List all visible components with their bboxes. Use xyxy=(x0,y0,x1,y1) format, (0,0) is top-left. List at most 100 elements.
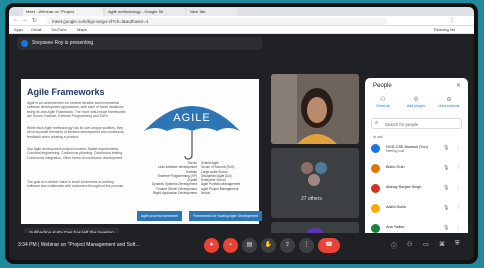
participant-name: Aakhi Dutta xyxy=(386,205,436,209)
participant-row[interactable]: Bishu Guin 🎙 ⋮ xyxy=(371,163,462,175)
menu-icon[interactable]: ⋮ xyxy=(449,17,455,24)
close-icon[interactable]: ✕ xyxy=(456,82,461,89)
forward-icon[interactable]: → xyxy=(22,17,28,23)
present-button[interactable]: ⇪ xyxy=(280,238,295,253)
meet-controls-bar: 3:34 PM | Webinar on "Project Management… xyxy=(9,233,474,260)
in-call-label: In call xyxy=(373,135,383,139)
participant-role: Meeting host xyxy=(386,149,405,154)
chat-icon[interactable]: ▭ xyxy=(423,241,429,248)
address-bar: ← → ↻ meet.google.com/hgc-wcgo-xf?ch=l&a… xyxy=(9,16,474,26)
captions-button[interactable]: ▤ xyxy=(242,238,257,253)
people-search-input[interactable]: ⌕ Search for people xyxy=(371,118,462,129)
add-people-button[interactable]: ⚲ Add people xyxy=(402,96,430,108)
slide-paragraph: Any Agile development project involves: … xyxy=(27,147,124,160)
bookmark-gmail[interactable]: Gmail xyxy=(31,27,41,32)
screen: Meet - Webinar on "Project Agile methodo… xyxy=(9,7,474,260)
shared-slide: Agile Frameworks Agile is an umbrella te… xyxy=(21,79,262,224)
reading-list[interactable]: Reading list xyxy=(434,27,455,32)
umbrella-illustration: AGILE xyxy=(144,106,240,160)
mic-off-icon[interactable]: 🎙 xyxy=(443,145,449,151)
bookmark-apps[interactable]: Apps xyxy=(14,27,23,32)
slide-paragraph: Agile is an umbrella term for several it… xyxy=(27,101,126,119)
show-all-button[interactable]: ⚇ Show all xyxy=(369,96,397,108)
more-icon[interactable]: ⋮ xyxy=(456,165,461,171)
participant-name: HOD-CSE Asansol (You) Meeting host xyxy=(386,145,436,153)
device-frame: Meet - Webinar on "Project Agile methodo… xyxy=(5,3,478,264)
hand-icon: ✋ xyxy=(264,242,273,248)
avatar xyxy=(371,164,380,173)
framework-item: Rapid Application Development xyxy=(152,191,197,196)
captions-icon: ▤ xyxy=(246,242,253,248)
present-icon xyxy=(21,40,28,47)
mic-off-icon[interactable]: 🎙 xyxy=(443,185,449,191)
slide-label-scaling: Frameworks for Scaling Agile Development xyxy=(189,211,262,221)
more-icon[interactable]: ⋮ xyxy=(456,185,461,191)
host-controls-icon[interactable]: ⛨ xyxy=(455,241,460,248)
participant-name-text: Bishu Guin xyxy=(386,165,405,169)
people-icon[interactable]: ⚇ xyxy=(407,241,412,248)
avatar xyxy=(301,162,313,174)
participant-row[interactable]: Aakhi Dutta 🎙 ⋮ xyxy=(371,203,462,215)
participant-name-text: Ana Yadav xyxy=(386,225,405,229)
lock-icon: ⊝ xyxy=(446,97,452,103)
avatar xyxy=(308,174,320,186)
host-controls-button[interactable]: ⊝ Host controls xyxy=(435,96,463,108)
mic-off-icon[interactable]: 🎙 xyxy=(443,225,449,231)
people-icon: ⚇ xyxy=(380,97,386,103)
raise-hand-button[interactable]: ✋ xyxy=(261,238,276,253)
reload-icon[interactable]: ↻ xyxy=(32,17,37,24)
camera-off-button[interactable]: ▪ xyxy=(223,238,238,253)
show-all-label: Show all xyxy=(376,104,390,108)
present-icon: ⇪ xyxy=(284,242,291,248)
speaker-video xyxy=(271,74,359,144)
browser-tabbar: Meet - Webinar on "Project Agile methodo… xyxy=(9,7,474,16)
end-call-button[interactable]: ☎ xyxy=(318,238,340,253)
url-field[interactable]: meet.google.com/hgc-wcgo-xf?ch=l&authuse… xyxy=(47,18,387,25)
browser-tab-search[interactable]: Agile methodology - Google Se xyxy=(105,8,185,16)
bookmarks-bar: Apps Gmail YouTube Maps Reading list xyxy=(9,26,474,34)
participant-row[interactable]: Abinay Ranjan Singh 🎙 ⋮ xyxy=(371,183,462,195)
others-tile[interactable]: 27 others xyxy=(271,148,359,218)
more-icon[interactable]: ⋮ xyxy=(456,205,461,211)
people-panel-title: People xyxy=(373,83,392,89)
frameworks-list-left: Scrum Lean software development Kanban Extr… xyxy=(137,161,197,195)
slide-paragraph: While each Agile methodology has its own… xyxy=(27,126,124,139)
camera-off-icon: ▪ xyxy=(229,242,232,248)
participant-row[interactable]: HOD-CSE Asansol (You) Meeting host 🎙 ⋮ xyxy=(371,143,462,155)
meet-stage: Sreyasee Roy is presenting Agile Framewo… xyxy=(9,34,474,260)
more-icon[interactable]: ⋮ xyxy=(456,225,461,231)
slide-paragraph: The goal is to deliver value in small in… xyxy=(27,180,125,189)
browser-tab-meet[interactable]: Meet - Webinar on "Project xyxy=(23,8,103,16)
bookmark-maps[interactable]: Maps xyxy=(77,27,87,32)
participant-name: Abinay Ranjan Singh xyxy=(386,185,436,189)
mic-off-icon: ⏺ xyxy=(209,242,213,248)
activities-icon[interactable]: ⌘ xyxy=(439,241,445,248)
framework-item: Nexus xyxy=(201,191,211,196)
add-people-label: Add people xyxy=(406,104,426,108)
participant-name: Ana Yadav xyxy=(386,225,436,229)
search-icon: ⌕ xyxy=(375,120,379,126)
slide-label-process-framework: Agile process framework xyxy=(137,211,183,221)
presenting-text: Sreyasee Roy is presenting xyxy=(32,40,94,46)
info-icon[interactable]: ⓘ xyxy=(391,241,397,250)
search-placeholder: Search for people xyxy=(385,122,419,127)
back-icon[interactable]: ← xyxy=(13,17,19,23)
bookmark-youtube[interactable]: YouTube xyxy=(51,27,67,32)
browser-tab-newtab[interactable]: New Tab xyxy=(187,8,237,16)
frameworks-list-right: Scaled Agile Scrum of Scrums (SoS) Large s… xyxy=(201,161,261,195)
meeting-clock-title: 3:34 PM | Webinar on "Project Management… xyxy=(18,242,140,248)
speaker-tile[interactable] xyxy=(271,74,359,144)
avatar xyxy=(315,162,327,174)
more-icon[interactable]: ⋮ xyxy=(456,145,461,151)
mic-off-icon[interactable]: 🎙 xyxy=(443,205,449,211)
more-options-button[interactable]: ⋮ xyxy=(299,238,314,253)
slide-title: Agile Frameworks xyxy=(27,87,105,97)
avatar xyxy=(371,184,380,193)
avatar xyxy=(371,224,380,233)
participant-name: Bishu Guin xyxy=(386,165,436,169)
avatar xyxy=(371,144,380,153)
participant-name-text: Aakhi Dutta xyxy=(386,205,406,209)
host-controls-label: Host controls xyxy=(438,104,460,108)
mic-off-button[interactable]: ⏺ xyxy=(204,238,219,253)
mic-off-icon[interactable]: 🎙 xyxy=(443,165,449,171)
